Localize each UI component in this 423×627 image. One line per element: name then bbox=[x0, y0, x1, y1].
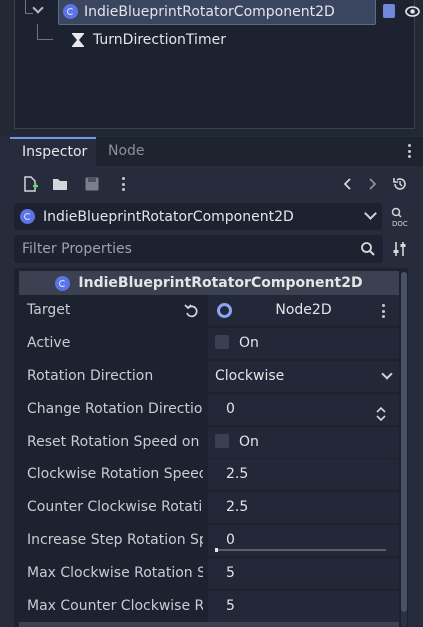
resource-menu-icon[interactable] bbox=[122, 177, 126, 191]
tree-item-turn-direction-timer[interactable]: TurnDirectionTimer bbox=[71, 26, 226, 54]
search-icon bbox=[360, 241, 376, 257]
property-row-active: Active On bbox=[19, 328, 399, 359]
revert-icon[interactable] bbox=[184, 303, 200, 319]
slider-track[interactable] bbox=[215, 549, 386, 551]
clockwise-rotation-speed-field[interactable]: 2.5 bbox=[208, 459, 399, 490]
section-title: IndieBlueprintRotatorComponent2D bbox=[78, 275, 363, 291]
tree-connector bbox=[25, 0, 26, 14]
property-label: Clockwise Rotation Speed bbox=[27, 466, 203, 482]
inspected-object-label: IndieBlueprintRotatorComponent2D bbox=[43, 208, 294, 225]
inspector-tab-bar: Inspector Node bbox=[10, 137, 423, 166]
target-options-icon[interactable] bbox=[382, 304, 386, 318]
visibility-eye-icon[interactable] bbox=[405, 4, 420, 19]
number-value: 5 bbox=[226, 598, 235, 614]
history-back-icon[interactable] bbox=[340, 176, 356, 192]
save-resource-icon[interactable] bbox=[84, 176, 100, 192]
checkbox-icon bbox=[215, 433, 229, 448]
filter-properties-input[interactable] bbox=[14, 235, 354, 263]
scrollbar-thumb[interactable] bbox=[401, 272, 407, 612]
property-label: Max Clockwise Rotation Sp bbox=[27, 565, 203, 581]
active-checkbox[interactable]: On bbox=[208, 328, 399, 359]
property-label: Rotation Direction bbox=[27, 368, 154, 384]
next-section-header[interactable] bbox=[19, 622, 399, 627]
tab-node[interactable]: Node bbox=[96, 137, 157, 166]
inspector-toolbar bbox=[10, 168, 423, 200]
node2d-icon bbox=[217, 303, 232, 318]
property-row-clockwise-rotation-speed: Clockwise Rotation Speed 2.5 bbox=[19, 459, 399, 490]
script-icon[interactable] bbox=[383, 4, 395, 18]
property-label: Active bbox=[27, 335, 71, 351]
property-row-reset-rotation-speed: Reset Rotation Speed on T On bbox=[19, 427, 399, 458]
counter-clockwise-rotation-field[interactable]: 2.5 bbox=[208, 492, 399, 523]
load-resource-folder-icon[interactable] bbox=[52, 176, 68, 192]
number-value: 2.5 bbox=[226, 466, 249, 482]
tree-connector bbox=[37, 24, 38, 40]
dock-menu-icon[interactable] bbox=[408, 144, 412, 158]
property-label: Max Counter Clockwise Ro bbox=[27, 598, 203, 614]
property-row-max-counter-clockwise: Max Counter Clockwise Ro 5 bbox=[19, 591, 399, 622]
property-label: Target bbox=[27, 302, 71, 318]
max-clockwise-rotation-field[interactable]: 5 bbox=[208, 558, 399, 589]
property-row-target: Target Node2D bbox=[19, 295, 399, 326]
history-forward-icon[interactable] bbox=[364, 176, 380, 192]
slider-value: 0 bbox=[226, 532, 235, 548]
tree-item-rotator-component[interactable]: IndieBlueprintRotatorComponent2D bbox=[58, 0, 376, 25]
chevron-down-icon bbox=[381, 368, 393, 380]
increase-step-rotation-slider[interactable]: 0 bbox=[208, 525, 399, 556]
slider-grabber[interactable] bbox=[215, 548, 218, 552]
new-resource-icon[interactable] bbox=[22, 176, 38, 192]
property-label: Increase Step Rotation Spe bbox=[27, 532, 203, 548]
tree-item-label: IndieBlueprintRotatorComponent2D bbox=[84, 3, 335, 20]
property-label: Reset Rotation Speed on T bbox=[27, 434, 203, 450]
spin-arrows-icon[interactable] bbox=[376, 402, 386, 422]
property-filter-tools-icon[interactable] bbox=[392, 240, 408, 258]
reset-rotation-speed-checkbox[interactable]: On bbox=[208, 427, 399, 458]
number-value: 5 bbox=[226, 565, 235, 581]
filter-properties-box bbox=[14, 235, 383, 263]
node2d-icon bbox=[55, 275, 71, 291]
collapse-arrow-icon[interactable] bbox=[32, 2, 44, 14]
node2d-icon bbox=[63, 4, 78, 19]
scene-tree: IndieBlueprintRotatorComponent2D TurnDir… bbox=[14, 0, 420, 129]
property-row-counter-clockwise-rotation: Counter Clockwise Rotatio 2.5 bbox=[19, 492, 399, 523]
property-row-increase-step-rotation: Increase Step Rotation Spe 0 bbox=[19, 525, 399, 556]
property-label: Change Rotation Direction bbox=[27, 401, 203, 417]
svg-text:DOC: DOC bbox=[392, 220, 408, 228]
timer-hourglass-icon bbox=[71, 32, 85, 48]
checkbox-label: On bbox=[239, 434, 259, 450]
tree-connector bbox=[37, 39, 53, 40]
checkbox-label: On bbox=[239, 335, 259, 351]
target-node-picker[interactable]: Node2D bbox=[208, 295, 399, 326]
target-node-value: Node2D bbox=[275, 302, 332, 318]
scene-tree-panel: IndieBlueprintRotatorComponent2D TurnDir… bbox=[0, 0, 423, 136]
checkbox-icon bbox=[215, 334, 229, 349]
node2d-icon bbox=[20, 209, 35, 224]
open-docs-icon[interactable]: DOC bbox=[390, 206, 412, 228]
tab-inspector[interactable]: Inspector bbox=[10, 137, 96, 166]
history-icon[interactable] bbox=[392, 176, 408, 192]
property-row-rotation-direction: Rotation Direction Clockwise bbox=[19, 361, 399, 392]
change-rotation-direction-spinbox[interactable]: 0 bbox=[208, 394, 399, 425]
property-label: Counter Clockwise Rotatio bbox=[27, 499, 203, 515]
number-value: 2.5 bbox=[226, 499, 249, 515]
chevron-down-icon bbox=[364, 207, 377, 220]
max-counter-clockwise-field[interactable]: 5 bbox=[208, 591, 399, 622]
rotation-direction-dropdown[interactable]: Clockwise bbox=[208, 361, 399, 392]
section-header[interactable]: IndieBlueprintRotatorComponent2D bbox=[19, 271, 399, 295]
spinbox-value: 0 bbox=[226, 401, 235, 417]
inspected-object-selector[interactable]: IndieBlueprintRotatorComponent2D bbox=[14, 203, 382, 230]
tree-item-label: TurnDirectionTimer bbox=[93, 32, 226, 48]
tree-connector bbox=[25, 13, 33, 14]
property-row-change-rotation-direction: Change Rotation Direction 0 bbox=[19, 394, 399, 425]
property-row-max-clockwise-rotation: Max Clockwise Rotation Sp 5 bbox=[19, 558, 399, 589]
dropdown-value: Clockwise bbox=[215, 368, 285, 384]
